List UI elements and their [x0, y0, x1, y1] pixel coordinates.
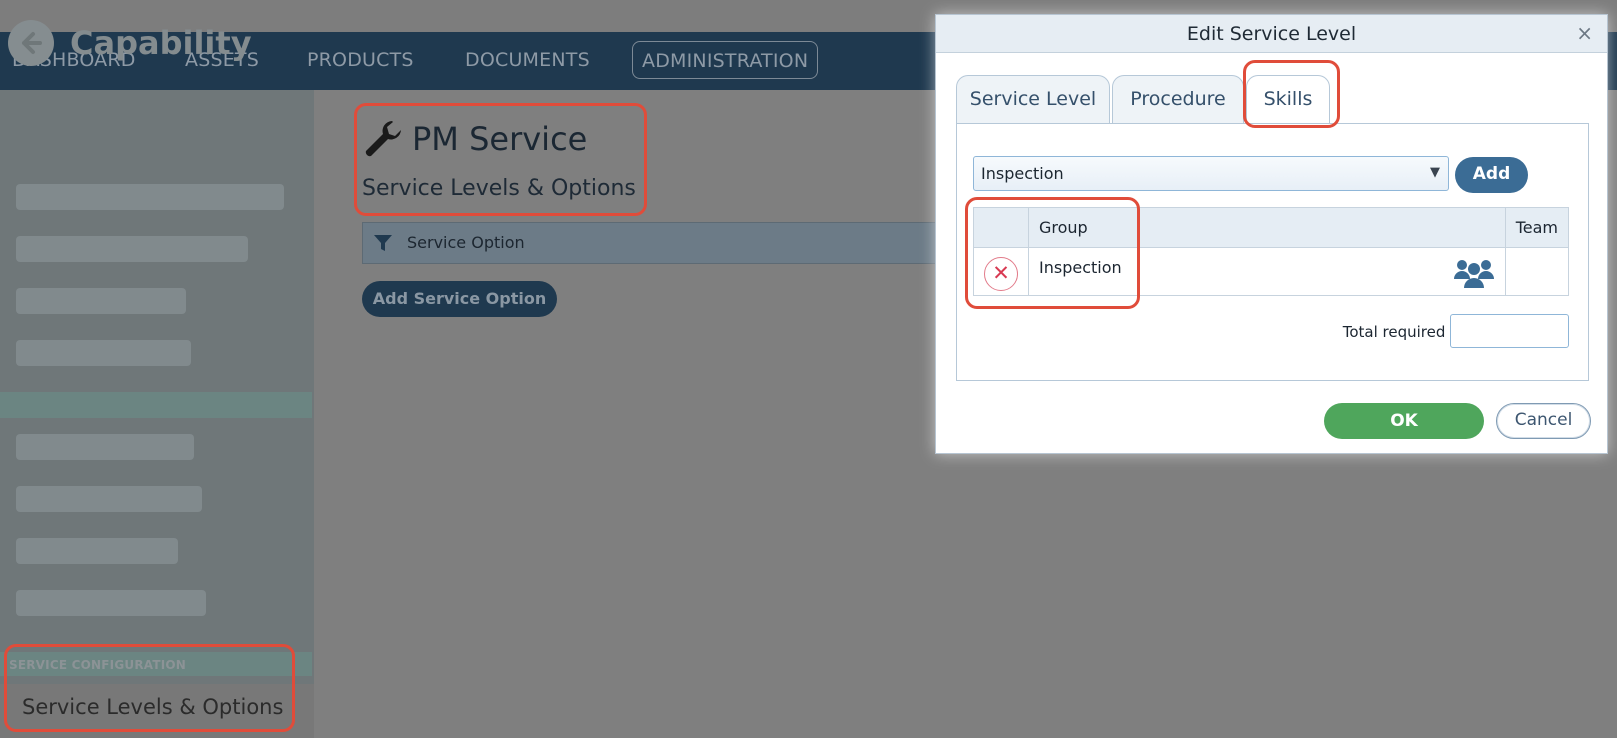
add-service-option-button[interactable]: Add Service Option	[362, 281, 557, 317]
team-size-input[interactable]	[1450, 314, 1569, 348]
sidebar-item-blurred[interactable]	[16, 486, 202, 512]
page-header: PM Service	[362, 115, 587, 163]
page-subtitle: Service Levels & Options	[362, 176, 636, 201]
skill-group-select[interactable]: Inspection ▼	[973, 156, 1449, 191]
chevron-down-icon[interactable]: ▼	[1430, 165, 1440, 180]
dialog-title: Edit Service Level	[1186, 23, 1357, 45]
sidebar-item-blurred[interactable]	[16, 538, 178, 564]
skill-group-select-value: Inspection	[981, 164, 1064, 183]
sidebar-section-label: SERVICE CONFIGURATION	[9, 658, 187, 672]
group-cell: Inspection	[1028, 247, 1506, 296]
back-button[interactable]	[8, 20, 54, 66]
nav-administration[interactable]: ADMINISTRATION	[632, 41, 819, 79]
delete-row-icon[interactable]: ✕	[984, 256, 1018, 291]
table-row: ✕ Inspection	[973, 247, 1570, 296]
team-cell[interactable]	[1504, 247, 1570, 296]
nav-products[interactable]: PRODUCTS	[307, 49, 414, 71]
edit-service-level-dialog: Edit Service Level × Service Level Proce…	[935, 14, 1608, 454]
wrench-icon	[365, 121, 401, 157]
sidebar-item-blurred[interactable]	[16, 236, 248, 262]
table-header-row: Group Team	[973, 207, 1570, 248]
sidebar-item-blurred[interactable]	[16, 288, 186, 314]
sidebar-title: Capability	[70, 24, 252, 62]
column-group: Group	[1028, 207, 1506, 248]
tab-skills[interactable]: Skills	[1246, 75, 1330, 127]
sidebar-item-blurred[interactable]	[16, 434, 194, 460]
sidebar-item-blurred[interactable]	[16, 590, 206, 616]
cancel-button[interactable]: Cancel	[1496, 403, 1591, 439]
sidebar-item-blurred[interactable]	[16, 184, 284, 210]
skills-table: Group Team ✕ Inspection	[973, 207, 1570, 296]
sidebar-item-blurred[interactable]	[16, 340, 191, 366]
close-icon[interactable]: ×	[1576, 23, 1593, 43]
service-option-grid-header: Service Option	[362, 222, 937, 264]
arrow-left-icon	[22, 32, 42, 54]
group-name: Inspection	[1039, 258, 1122, 277]
delete-cell: ✕	[973, 247, 1029, 296]
filter-icon[interactable]	[373, 234, 393, 252]
tab-procedure[interactable]: Procedure	[1112, 75, 1244, 125]
add-skill-button[interactable]: Add	[1455, 157, 1528, 193]
dialog-header: Edit Service Level ×	[936, 15, 1607, 53]
page-title: PM Service	[412, 120, 588, 158]
sidebar-item-service-levels[interactable]: Service Levels & Options	[22, 695, 283, 719]
tab-service-level[interactable]: Service Level	[956, 75, 1110, 125]
column-service-option[interactable]: Service Option	[407, 233, 525, 252]
people-group-icon[interactable]	[1453, 257, 1495, 289]
sidebar-header: Capability	[8, 18, 252, 68]
column-team: Team	[1504, 207, 1570, 248]
ok-button[interactable]: OK	[1324, 403, 1484, 439]
column-delete	[973, 207, 1029, 248]
nav-documents[interactable]: DOCUMENTS	[465, 49, 590, 71]
sidebar-section-blurred	[0, 392, 312, 418]
